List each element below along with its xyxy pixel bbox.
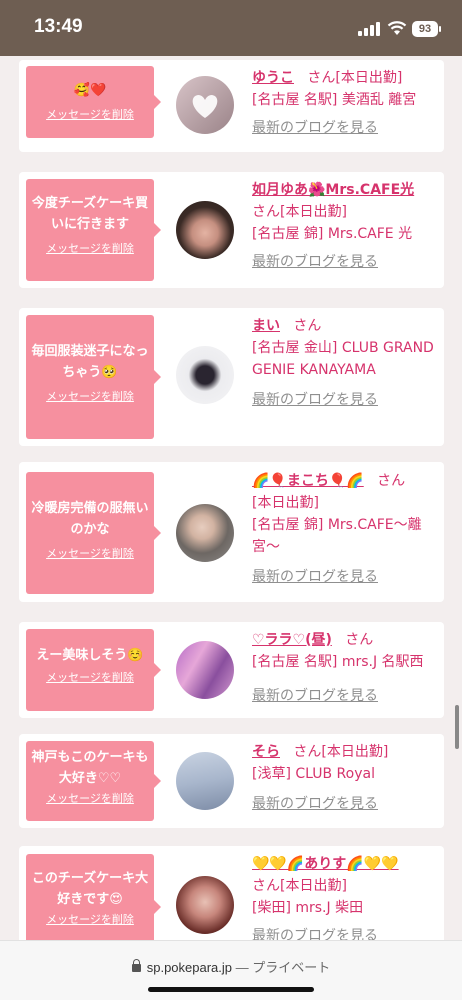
message-card: 冷暖房完備の服無いのかな メッセージを削除 🌈🎈まこち🎈🌈 さん [本日出勤] … bbox=[19, 462, 444, 602]
avatar[interactable] bbox=[176, 752, 234, 810]
shop-info: [名古屋 金山] CLUB GRAND GENIE KANAYAMA bbox=[252, 340, 434, 378]
cast-name-link[interactable]: 💛💛🌈ありす🌈💛💛 bbox=[252, 856, 399, 872]
cast-name-link[interactable]: ゆうこ bbox=[252, 70, 294, 86]
work-status: [本日出勤] bbox=[335, 70, 403, 86]
honorific-text: さん bbox=[293, 318, 322, 334]
honorific-text: さん bbox=[345, 632, 374, 648]
cast-info: 如月ゆあ🌺Mrs.CAFE光 さん[本日出勤] [名古屋 錦] Mrs.CAFE… bbox=[252, 179, 440, 273]
cast-name-link[interactable]: 🌈🎈まこち🎈🌈 bbox=[252, 473, 364, 489]
message-bubble: えー美味しそう☺️ メッセージを削除 bbox=[26, 629, 161, 711]
message-text: このチーズケーキ大好きです😍 bbox=[31, 871, 149, 907]
message-text: 毎回服装迷子になっちゃう🥺 bbox=[31, 344, 149, 380]
message-bubble: このチーズケーキ大好きです😍 メッセージを削除 bbox=[26, 854, 161, 940]
message-card: このチーズケーキ大好きです😍 メッセージを削除 💛💛🌈ありす🌈💛💛 さん[本日出… bbox=[19, 846, 444, 940]
delete-message-link[interactable]: メッセージを削除 bbox=[30, 389, 150, 405]
message-text: 冷暖房完備の服無いのかな bbox=[31, 501, 149, 537]
latest-blog-link[interactable]: 最新のブログを見る bbox=[252, 685, 440, 707]
cast-info: そら さん[本日出勤] [浅草] CLUB Royal 最新のブログを見る bbox=[252, 741, 440, 815]
work-status: [本日出勤] bbox=[321, 744, 389, 760]
avatar[interactable] bbox=[176, 346, 234, 404]
shop-info: [浅草] CLUB Royal bbox=[252, 766, 375, 782]
status-time: 13:49 bbox=[34, 16, 83, 37]
avatar[interactable] bbox=[176, 641, 234, 699]
battery-icon: 93 bbox=[412, 21, 441, 37]
cast-name-link[interactable]: ♡ララ♡(昼) bbox=[252, 632, 332, 648]
message-list: 🥰❤️ メッセージを削除 ゆうこ さん[本日出勤] [名古屋 名駅] 美酒乱 離… bbox=[0, 56, 462, 940]
delete-message-link[interactable]: メッセージを削除 bbox=[30, 791, 150, 807]
message-text: えー美味しそう☺️ bbox=[36, 648, 144, 663]
lock-icon bbox=[131, 959, 141, 972]
honorific: さん bbox=[252, 204, 280, 220]
cast-name-link[interactable]: そら bbox=[252, 744, 280, 760]
message-text: 🥰❤️ bbox=[73, 83, 107, 98]
cellular-signal-icon bbox=[358, 22, 380, 36]
latest-blog-link[interactable]: 最新のブログを見る bbox=[252, 566, 440, 588]
message-bubble: 神戸もこのケーキも大好き♡♡ メッセージを削除 bbox=[26, 741, 161, 821]
honorific-text: さん bbox=[293, 744, 322, 760]
honorific: さん bbox=[252, 878, 280, 894]
delete-message-link[interactable]: メッセージを削除 bbox=[30, 107, 150, 123]
scrollbar[interactable] bbox=[455, 705, 459, 749]
browser-bottom-bar: sp.pokepara.jp — プライベート bbox=[0, 940, 462, 1000]
message-bubble: 冷暖房完備の服無いのかな メッセージを削除 bbox=[26, 472, 161, 594]
honorific: さん bbox=[368, 473, 405, 489]
delete-message-link[interactable]: メッセージを削除 bbox=[30, 241, 150, 257]
shop-info: [柴田] mrs.J 柴田 bbox=[252, 900, 364, 916]
cast-name-link[interactable]: まい bbox=[252, 318, 280, 334]
latest-blog-link[interactable]: 最新のブログを見る bbox=[252, 389, 440, 411]
cast-info: ゆうこ さん[本日出勤] [名古屋 名駅] 美酒乱 離宮 最新のブログを見る bbox=[252, 67, 440, 139]
shop-info: [名古屋 錦] Mrs.CAFE〜離宮〜 bbox=[252, 517, 422, 555]
message-card: 🥰❤️ メッセージを削除 ゆうこ さん[本日出勤] [名古屋 名駅] 美酒乱 離… bbox=[19, 60, 444, 152]
message-card: 毎回服装迷子になっちゃう🥺 メッセージを削除 まい さん [名古屋 金山] CL… bbox=[19, 308, 444, 446]
avatar[interactable] bbox=[176, 201, 234, 259]
delete-message-link[interactable]: メッセージを削除 bbox=[30, 546, 150, 562]
message-bubble: 毎回服装迷子になっちゃう🥺 メッセージを削除 bbox=[26, 315, 161, 439]
honorific: さん bbox=[284, 744, 321, 760]
cast-info: 🌈🎈まこち🎈🌈 さん [本日出勤] [名古屋 錦] Mrs.CAFE〜離宮〜 最… bbox=[252, 470, 440, 588]
status-bar: 13:49 93 bbox=[0, 0, 462, 56]
url-text: sp.pokepara.jp bbox=[146, 960, 233, 975]
message-bubble: 今度チーズケーキ買いに行きます メッセージを削除 bbox=[26, 179, 161, 281]
avatar[interactable] bbox=[176, 504, 234, 562]
cast-info: まい さん [名古屋 金山] CLUB GRAND GENIE KANAYAMA… bbox=[252, 315, 440, 411]
avatar[interactable] bbox=[176, 76, 234, 134]
honorific-text: さん bbox=[377, 473, 406, 489]
honorific: さん bbox=[284, 318, 321, 334]
latest-blog-link[interactable]: 最新のブログを見る bbox=[252, 793, 440, 815]
cast-info: ♡ララ♡(昼) さん [名古屋 名駅] mrs.J 名駅西 最新のブログを見る bbox=[252, 629, 440, 707]
shop-info: [名古屋 名駅] 美酒乱 離宮 bbox=[252, 92, 417, 108]
message-card: えー美味しそう☺️ メッセージを削除 ♡ララ♡(昼) さん [名古屋 名駅] m… bbox=[19, 622, 444, 718]
home-indicator[interactable] bbox=[148, 987, 314, 992]
message-text: 神戸もこのケーキも大好き♡♡ bbox=[31, 750, 149, 786]
latest-blog-link[interactable]: 最新のブログを見る bbox=[252, 117, 440, 139]
latest-blog-link[interactable]: 最新のブログを見る bbox=[252, 925, 440, 940]
avatar[interactable] bbox=[176, 876, 234, 934]
cast-info: 💛💛🌈ありす🌈💛💛 さん[本日出勤] [柴田] mrs.J 柴田 最新のブログを… bbox=[252, 853, 440, 940]
work-status: [本日出勤] bbox=[280, 878, 347, 894]
honorific-text: さん bbox=[307, 70, 336, 86]
message-card: 今度チーズケーキ買いに行きます メッセージを削除 如月ゆあ🌺Mrs.CAFE光 … bbox=[19, 172, 444, 288]
delete-message-link[interactable]: メッセージを削除 bbox=[30, 670, 150, 686]
message-text: 今度チーズケーキ買いに行きます bbox=[31, 196, 149, 232]
work-status: [本日出勤] bbox=[280, 204, 347, 220]
honorific: さん bbox=[298, 70, 335, 86]
work-status: [本日出勤] bbox=[252, 495, 319, 511]
shop-info: [名古屋 錦] Mrs.CAFE 光 bbox=[252, 226, 413, 242]
message-card: 神戸もこのケーキも大好き♡♡ メッセージを削除 そら さん[本日出勤] [浅草]… bbox=[19, 734, 444, 828]
cast-name-link[interactable]: 如月ゆあ🌺Mrs.CAFE光 bbox=[252, 182, 414, 198]
address-bar[interactable]: sp.pokepara.jp — プライベート bbox=[0, 957, 462, 976]
shop-info: [名古屋 名駅] mrs.J 名駅西 bbox=[252, 654, 424, 670]
latest-blog-link[interactable]: 最新のブログを見る bbox=[252, 251, 440, 273]
message-bubble: 🥰❤️ メッセージを削除 bbox=[26, 66, 161, 138]
honorific: さん bbox=[336, 632, 373, 648]
private-label: — プライベート bbox=[235, 960, 331, 975]
delete-message-link[interactable]: メッセージを削除 bbox=[30, 912, 150, 928]
wifi-icon bbox=[387, 21, 407, 35]
